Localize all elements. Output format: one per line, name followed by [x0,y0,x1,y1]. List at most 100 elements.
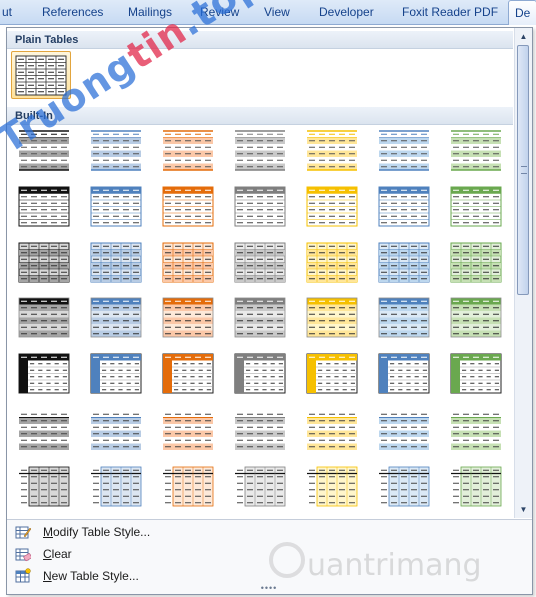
table-style-thumbnail-medium-list-accent-gold[interactable] [303,350,363,398]
table-style-thumbnail-medium-grid-partial-black[interactable] [15,463,75,511]
resize-grip-icon[interactable]: •••• [257,584,281,593]
table-style-thumbnail-light-list-black[interactable] [15,183,75,231]
table-style-thumbnail-graphic [234,297,286,338]
table-style-thumbnail-light-shading-gold[interactable] [303,127,363,175]
table-style-thumbnail-graphic [19,413,69,450]
table-style-thumbnail-medium-list-accent-teal[interactable] [375,350,435,398]
table-style-thumbnail-medium-shading-2-orange[interactable] [159,407,219,455]
table-style-thumbnail-light-grid-orange[interactable] [159,239,219,287]
table-style-thumbnail-graphic [18,242,70,283]
table-style-thumbnail-medium-shading-blue[interactable] [87,294,147,342]
table-style-thumbnail-medium-shading-gray[interactable] [231,294,291,342]
table-style-thumbnail-light-list-orange[interactable] [159,183,219,231]
table-style-thumbnail-light-grid-teal[interactable] [375,239,435,287]
table-style-thumbnail-medium-grid-partial-green[interactable] [447,463,507,511]
table-style-thumbnail-medium-shading-orange[interactable] [159,294,219,342]
table-style-thumbnail-graphic [306,297,358,338]
table-style-thumbnail-medium-shading-2-black[interactable] [15,407,75,455]
table-style-thumbnail-graphic [306,353,358,394]
table-style-thumbnail-medium-shading-2-gray[interactable] [231,407,291,455]
table-style-thumbnail-graphic [378,353,430,394]
table-style-thumbnail-medium-shading-2-gold[interactable] [303,407,363,455]
modify-table-style-icon [15,524,32,540]
table-style-thumbnail-graphic [90,242,142,283]
table-style-thumbnail-medium-grid-partial-orange[interactable] [159,463,219,511]
tab-references[interactable]: References [42,4,103,20]
table-style-thumbnail-graphic [19,466,70,507]
table-style-thumbnail-medium-shading-2-blue[interactable] [87,407,147,455]
table-style-thumbnail-graphic [19,130,69,171]
table-style-thumbnail-plain[interactable] [11,51,71,99]
table-style-thumbnail-graphic [450,353,502,394]
table-style-thumbnail-light-shading-blue[interactable] [87,127,147,175]
table-style-thumbnail-graphic [91,466,142,507]
table-style-thumbnail-medium-shading-black[interactable] [15,294,75,342]
table-style-thumbnail-medium-list-accent-black[interactable] [15,350,75,398]
table-style-thumbnail-medium-grid-partial-gray[interactable] [231,463,291,511]
new-table-style-label: New Table Style... [43,569,139,583]
table-style-thumbnail-light-list-green[interactable] [447,183,507,231]
scroll-down-arrow-icon[interactable]: ▼ [515,501,532,518]
tab-layout[interactable]: ut [2,4,12,20]
table-style-thumbnail-light-shading-black[interactable] [15,127,75,175]
tab-foxit-reader-pdf[interactable]: Foxit Reader PDF [402,4,498,20]
table-style-thumbnail-medium-grid-partial-blue[interactable] [87,463,147,511]
table-style-thumbnail-graphic [379,466,430,507]
table-style-thumbnail-light-list-teal[interactable] [375,183,435,231]
table-style-thumbnail-graphic [18,353,70,394]
table-style-thumbnail-light-grid-gold[interactable] [303,239,363,287]
table-style-thumbnail-graphic [163,413,213,450]
modify-table-style-menu-item[interactable]: Modify Table Style... [11,522,511,542]
table-style-thumbnail-graphic [307,130,357,171]
scrollbar-grip-icon [521,166,527,174]
table-style-thumbnail-graphic [307,466,358,507]
table-style-thumbnail-medium-shading-gold[interactable] [303,294,363,342]
modify-table-style-label: Modify Table Style... [43,525,151,539]
table-style-thumbnail-graphic [234,186,286,227]
scrollbar-thumb[interactable] [517,45,529,295]
table-style-thumbnail-medium-shading-teal[interactable] [375,294,435,342]
table-style-thumbnail-light-grid-gray[interactable] [231,239,291,287]
scroll-up-arrow-icon[interactable]: ▲ [515,28,532,45]
table-style-thumbnail-graphic [163,130,213,171]
table-style-thumbnail-graphic [235,130,285,171]
table-style-thumbnail-light-shading-orange[interactable] [159,127,219,175]
table-style-thumbnail-light-list-gray[interactable] [231,183,291,231]
table-style-thumbnail-light-shading-teal[interactable] [375,127,435,175]
clear-label: Clear [43,547,72,561]
tab-design[interactable]: De [508,0,536,25]
table-style-thumbnail-graphic [378,186,430,227]
gallery-scrollbar[interactable]: ▲ ▼ [514,28,532,518]
table-style-thumbnail-graphic [91,413,141,450]
table-style-thumbnail-medium-list-accent-blue[interactable] [87,350,147,398]
table-style-thumbnail-medium-grid-partial-gold[interactable] [303,463,363,511]
tab-review[interactable]: Review [200,4,239,20]
tab-mailings[interactable]: Mailings [128,4,172,20]
table-style-thumbnail-graphic [307,413,357,450]
table-style-thumbnail-graphic [379,413,429,450]
table-style-thumbnail-medium-shading-2-teal[interactable] [375,407,435,455]
table-style-thumbnail-medium-grid-partial-teal[interactable] [375,463,435,511]
table-style-thumbnail-medium-shading-2-green[interactable] [447,407,507,455]
table-style-thumbnail-light-grid-black[interactable] [15,239,75,287]
table-style-thumbnail-graphic [450,242,502,283]
table-style-thumbnail-medium-list-accent-gray[interactable] [231,350,291,398]
table-style-thumbnail-light-list-gold[interactable] [303,183,363,231]
table-style-thumbnail-graphic [451,413,501,450]
table-style-thumbnail-light-grid-blue[interactable] [87,239,147,287]
tab-view[interactable]: View [264,4,290,20]
table-style-thumbnail-graphic [234,353,286,394]
table-style-thumbnail-graphic [378,297,430,338]
tab-developer[interactable]: Developer [319,4,374,20]
table-style-thumbnail-light-list-blue[interactable] [87,183,147,231]
section-header-built-in: Built-In [7,107,513,125]
table-style-thumbnail-medium-list-accent-green[interactable] [447,350,507,398]
table-style-thumbnail-light-shading-gray[interactable] [231,127,291,175]
clear-menu-item[interactable]: Clear [11,544,511,564]
table-style-thumbnail-graphic [18,186,70,227]
table-styles-gallery-dropdown: Plain Tables Built-In ▲ ▼ Modify Table S… [6,27,533,595]
table-style-thumbnail-light-grid-green[interactable] [447,239,507,287]
table-style-thumbnail-medium-list-accent-orange[interactable] [159,350,219,398]
table-style-thumbnail-light-shading-green[interactable] [447,127,507,175]
table-style-thumbnail-medium-shading-green[interactable] [447,294,507,342]
